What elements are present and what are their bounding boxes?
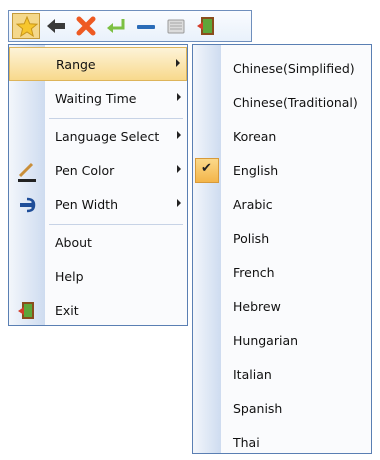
language-item-chinese-simplified[interactable]: Chinese(Simplified) (193, 52, 371, 86)
submenu-arrow-icon (177, 131, 181, 139)
menu-separator (49, 118, 183, 119)
minimize-button[interactable] (132, 13, 160, 39)
pen-color-icon (18, 162, 36, 182)
language-label: Hebrew (233, 299, 281, 314)
language-submenu: Chinese(Simplified) Chinese(Traditional)… (192, 44, 372, 454)
language-label: Hungarian (233, 333, 299, 348)
language-label: Chinese(Simplified) (233, 61, 355, 76)
language-item-english[interactable]: ✔ English (193, 154, 371, 188)
menu-item-help[interactable]: Help (9, 260, 187, 294)
language-label: Arabic (233, 197, 273, 212)
submenu-arrow-icon (177, 165, 181, 173)
menu-item-label: Exit (55, 303, 79, 318)
keyboard-button[interactable] (162, 13, 190, 39)
delete-button[interactable] (72, 13, 100, 39)
menu-item-label: Pen Width (55, 197, 118, 212)
context-menu: Range Waiting Time Language Select Pen C… (8, 44, 188, 326)
menu-item-label: About (55, 235, 92, 250)
exit-door-icon (18, 302, 34, 319)
menu-item-label: Waiting Time (55, 91, 137, 106)
submenu-arrow-icon (176, 59, 180, 67)
menu-item-label: Range (56, 57, 96, 72)
menu-item-pen-width[interactable]: Pen Width (9, 188, 187, 222)
menu-item-language-select[interactable]: Language Select (9, 120, 187, 154)
star-button[interactable] (12, 13, 40, 39)
star-icon (16, 16, 38, 38)
toolbar (8, 10, 252, 42)
menu-item-label: Pen Color (55, 163, 115, 178)
language-label: Korean (233, 129, 277, 144)
language-label: French (233, 265, 275, 280)
menu-item-about[interactable]: About (9, 226, 187, 260)
submenu-arrow-icon (177, 93, 181, 101)
language-item-arabic[interactable]: Arabic (193, 188, 371, 222)
language-item-polish[interactable]: Polish (193, 222, 371, 256)
menu-item-range[interactable]: Range (9, 47, 187, 81)
language-label: Spanish (233, 401, 283, 416)
back-arrow-icon (47, 19, 65, 33)
language-label: Italian (233, 367, 272, 382)
language-item-korean[interactable]: Korean (193, 120, 371, 154)
language-label: English (233, 163, 279, 178)
pen-width-icon (20, 197, 36, 213)
language-item-chinese-traditional[interactable]: Chinese(Traditional) (193, 86, 371, 120)
language-item-spanish[interactable]: Spanish (193, 392, 371, 426)
language-label: Polish (233, 231, 270, 246)
keyboard-icon (167, 19, 185, 34)
language-label: Thai (233, 435, 260, 450)
exit-button[interactable] (192, 13, 220, 39)
selected-check-icon: ✔ (195, 158, 219, 183)
language-item-french[interactable]: French (193, 256, 371, 290)
checkmark-icon: ✔ (201, 161, 212, 176)
menu-item-pen-color[interactable]: Pen Color (9, 154, 187, 188)
language-item-italian[interactable]: Italian (193, 358, 371, 392)
language-item-hebrew[interactable]: Hebrew (193, 290, 371, 324)
menu-separator (49, 224, 183, 225)
close-icon (76, 16, 96, 36)
menu-item-waiting-time[interactable]: Waiting Time (9, 82, 187, 116)
minimize-icon (137, 25, 155, 29)
language-label: Chinese(Traditional) (233, 95, 358, 110)
submenu-arrow-icon (177, 199, 181, 207)
exit-door-icon (197, 17, 214, 35)
enter-icon (107, 19, 125, 33)
back-button[interactable] (42, 13, 70, 39)
menu-item-label: Help (55, 269, 84, 284)
menu-item-label: Language Select (55, 129, 160, 144)
menu-item-exit[interactable]: Exit (9, 294, 187, 328)
language-item-hungarian[interactable]: Hungarian (193, 324, 371, 358)
enter-button[interactable] (102, 13, 130, 39)
